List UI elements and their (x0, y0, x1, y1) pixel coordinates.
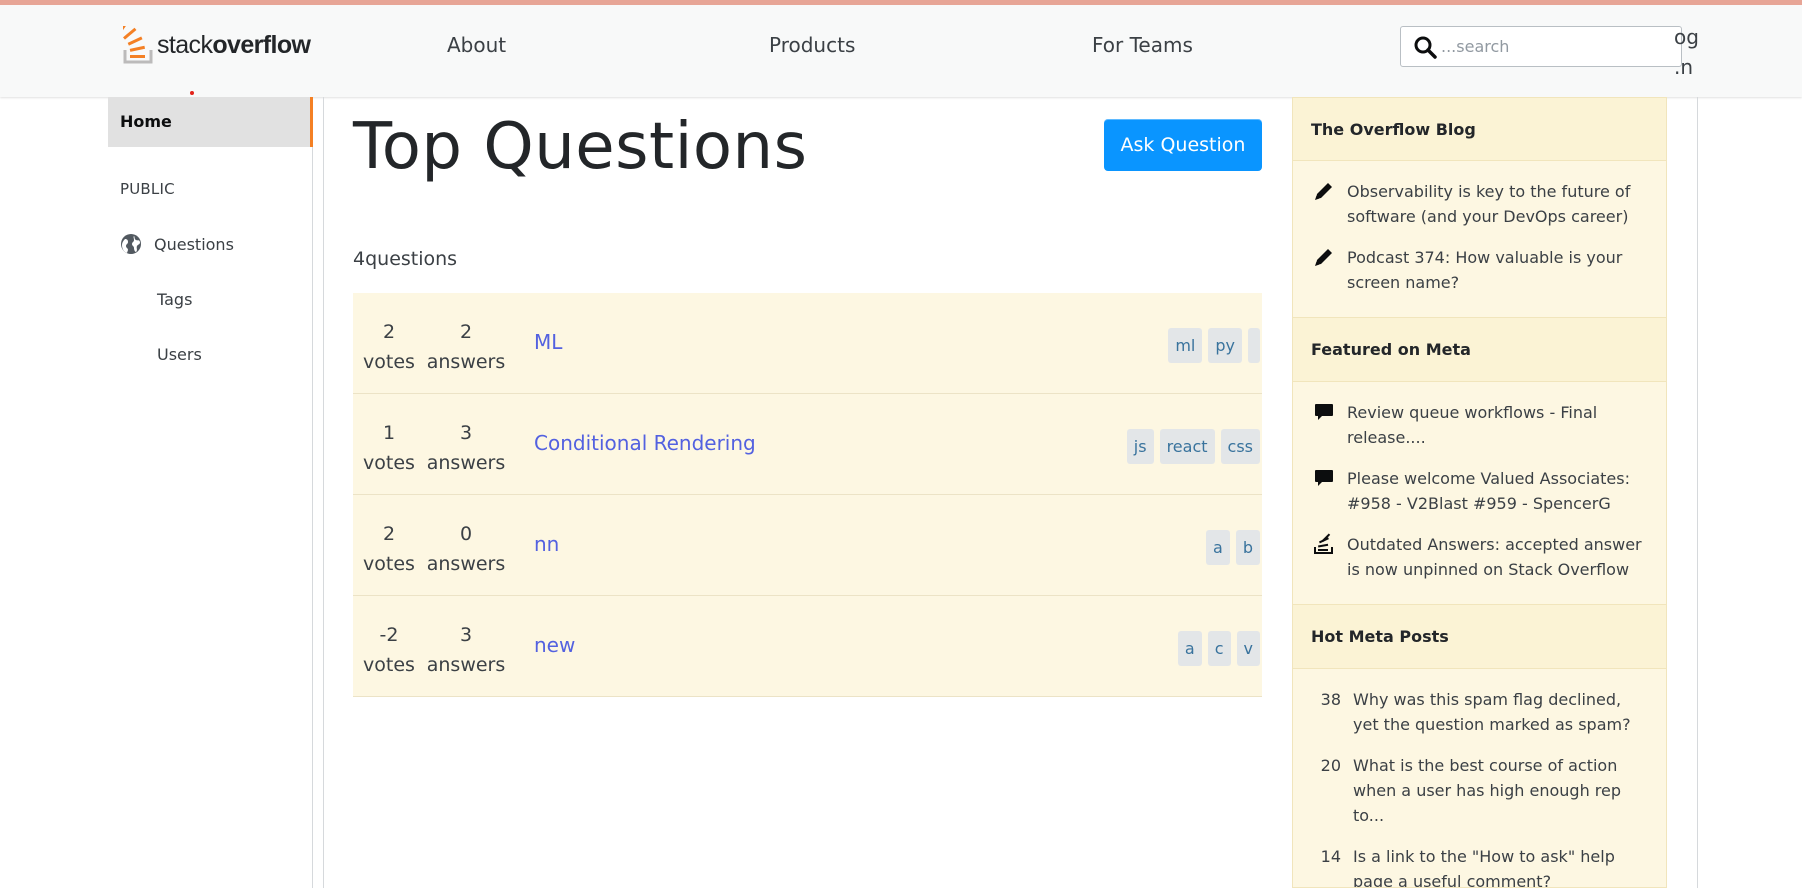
meta-list: Review queue workflows - Final release..… (1293, 382, 1666, 604)
meta-item-text[interactable]: Please welcome Valued Associates: #958 -… (1347, 466, 1648, 516)
vote-count: 2 votes (363, 321, 415, 373)
pencil-icon (1311, 245, 1337, 268)
stackoverflow-logo-icon (123, 26, 153, 64)
tag[interactable]: c (1207, 631, 1231, 666)
tag[interactable]: v (1236, 631, 1260, 666)
blog-item-text[interactable]: Podcast 374: How valuable is your screen… (1347, 245, 1648, 295)
nav-products[interactable]: Products (769, 33, 855, 57)
answer-count: 3 answers (426, 422, 506, 474)
top-bar: stackoverflow About Products For Teams o… (0, 0, 1802, 97)
answer-count: 3 answers (426, 624, 506, 676)
tag[interactable]: a (1206, 530, 1230, 565)
hot-meta-text[interactable]: What is the best course of action when a… (1353, 753, 1648, 828)
question-list: 2 votes 2 answers ML ml py 1 votes 3 answers… (353, 293, 1262, 697)
left-sidebar (0, 97, 314, 888)
login-link-fragment[interactable]: og .n (1674, 22, 1714, 78)
hot-meta-text[interactable]: Is a link to the "How to ask" help page … (1353, 844, 1648, 887)
meta-item-text[interactable]: Outdated Answers: accepted answer is now… (1347, 532, 1648, 582)
hot-meta-count: 20 (1320, 756, 1341, 775)
sidebar-section-public: PUBLIC (120, 180, 175, 198)
search-icon (1414, 36, 1437, 59)
hot-meta-item[interactable]: 20 What is the best course of action whe… (1311, 753, 1648, 828)
sidebar-item-home[interactable]: Home (108, 97, 313, 147)
page-title: Top Questions (353, 110, 808, 184)
question-title-link[interactable]: Conditional Rendering (534, 431, 756, 455)
hot-meta-count: 38 (1320, 690, 1341, 709)
question-title-link[interactable]: new (534, 633, 575, 657)
meta-item[interactable]: Outdated Answers: accepted answer is now… (1311, 532, 1648, 582)
stackoverflow-logo[interactable]: stackoverflow (123, 25, 311, 65)
meta-header: Featured on Meta (1293, 317, 1666, 382)
tag[interactable]: ml (1168, 328, 1203, 363)
blog-item[interactable]: Observability is key to the future of so… (1311, 179, 1648, 229)
answer-count: 2 answers (426, 321, 506, 373)
main-divider (323, 97, 324, 888)
question-tags: a c v (1177, 631, 1260, 666)
hot-meta-header: Hot Meta Posts (1293, 604, 1666, 669)
question-row: -2 votes 3 answers new a c v (353, 596, 1262, 697)
hot-meta-text[interactable]: Why was this spam flag declined, yet the… (1353, 687, 1648, 737)
logo-dot (190, 91, 194, 95)
question-title-link[interactable]: ML (534, 330, 562, 354)
hot-meta-item[interactable]: 38 Why was this spam flag declined, yet … (1311, 687, 1648, 737)
stackoverflow-icon (1311, 532, 1337, 555)
tag[interactable]: a (1177, 631, 1202, 666)
sidebar-item-label: Questions (154, 234, 234, 254)
globe-icon (121, 234, 141, 254)
nav-for-teams[interactable]: For Teams (1092, 33, 1193, 57)
tag[interactable] (1248, 328, 1260, 363)
tag[interactable]: css (1220, 429, 1260, 464)
pencil-icon (1311, 179, 1337, 202)
sidebar-item-questions[interactable]: Questions (120, 233, 234, 255)
vote-count: -2 votes (363, 624, 415, 676)
question-title-link[interactable]: nn (534, 532, 559, 556)
tag[interactable]: js (1126, 429, 1154, 464)
question-tags: ml py (1168, 328, 1260, 363)
question-count: 4questions (353, 248, 458, 270)
meta-item-text[interactable]: Review queue workflows - Final release..… (1347, 400, 1648, 450)
blog-item[interactable]: Podcast 374: How valuable is your screen… (1311, 245, 1648, 295)
question-row: 1 votes 3 answers Conditional Rendering js… (353, 394, 1262, 495)
tag[interactable]: py (1208, 328, 1242, 363)
meta-item[interactable]: Please welcome Valued Associates: #958 -… (1311, 466, 1648, 516)
speech-bubble-icon (1311, 466, 1337, 489)
blog-list: Observability is key to the future of so… (1293, 161, 1666, 317)
question-row: 2 votes 0 answers nn a b (353, 495, 1262, 596)
answer-count: 0 answers (426, 523, 506, 575)
hot-meta-count: 14 (1320, 847, 1341, 866)
nav-about[interactable]: About (447, 33, 506, 57)
right-divider (1697, 97, 1698, 888)
search-input[interactable] (1441, 37, 1671, 56)
question-tags: a b (1206, 530, 1260, 565)
ask-question-button[interactable]: Ask Question (1104, 119, 1262, 171)
sidebar-widget: The Overflow Blog Observability is key t… (1292, 97, 1667, 888)
tag[interactable]: b (1235, 530, 1260, 565)
vote-count: 1 votes (363, 422, 415, 474)
tag[interactable]: react (1159, 429, 1215, 464)
search-box[interactable] (1400, 26, 1682, 67)
vote-count: 2 votes (363, 523, 415, 575)
left-sidebar-divider (312, 97, 313, 888)
blog-item-text[interactable]: Observability is key to the future of so… (1347, 179, 1648, 229)
sidebar-item-tags[interactable]: Tags (157, 290, 192, 309)
hot-meta-list: 38 Why was this spam flag declined, yet … (1293, 669, 1666, 887)
speech-bubble-icon (1311, 400, 1337, 423)
sidebar-item-users[interactable]: Users (157, 345, 202, 364)
question-row: 2 votes 2 answers ML ml py (353, 293, 1262, 394)
hot-meta-item[interactable]: 14 Is a link to the "How to ask" help pa… (1311, 844, 1648, 887)
blog-header: The Overflow Blog (1293, 98, 1666, 161)
question-tags: js react css (1126, 429, 1260, 464)
logo-text: stackoverflow (157, 30, 311, 59)
meta-item[interactable]: Review queue workflows - Final release..… (1311, 400, 1648, 450)
